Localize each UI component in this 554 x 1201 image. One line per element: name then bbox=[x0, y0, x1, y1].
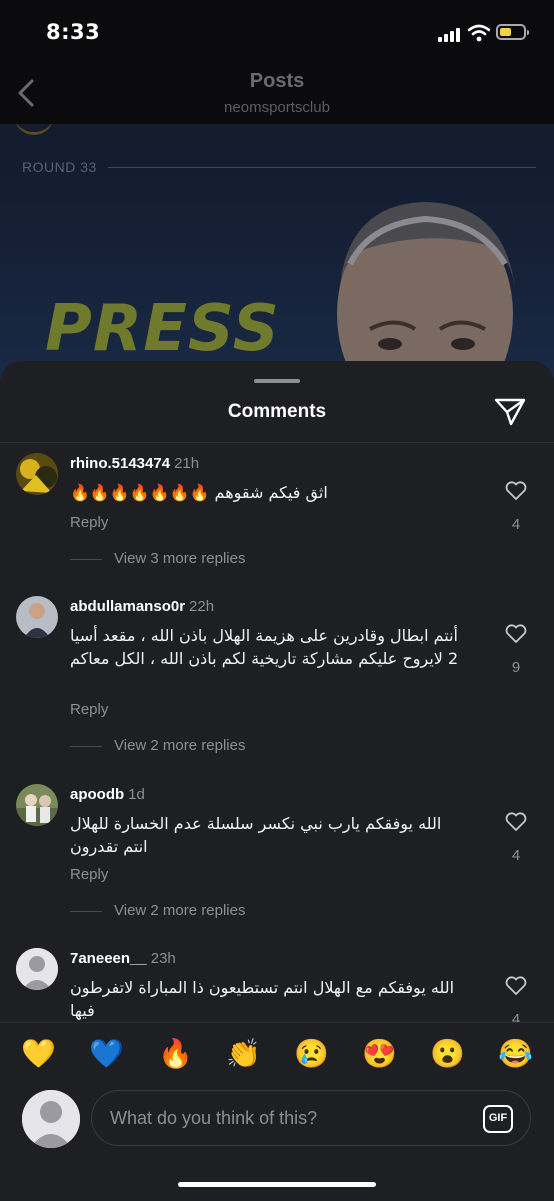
reply-button[interactable]: Reply bbox=[70, 701, 108, 718]
view-more-replies[interactable]: View 2 more replies bbox=[70, 737, 245, 754]
avatar bbox=[22, 1090, 80, 1148]
heart-icon[interactable] bbox=[505, 976, 527, 996]
divider bbox=[0, 442, 554, 443]
wifi-icon bbox=[468, 24, 490, 42]
comment-item: 7aneeen__ 23h الله يوفقكم مع الهلال انتم … bbox=[0, 948, 554, 1022]
comment-text: اثق فيكم شقوهم 🔥🔥🔥🔥🔥🔥🔥 bbox=[70, 483, 328, 502]
reply-button[interactable]: Reply bbox=[70, 514, 108, 531]
battery-icon bbox=[496, 24, 529, 40]
press-headline: PRESS bbox=[45, 292, 280, 366]
round-label: ROUND 33 bbox=[22, 159, 97, 175]
fire-emoji[interactable]: 🔥 bbox=[158, 1037, 193, 1071]
emoji-reaction-bar: 💛 💙 🔥 👏 😢 😍 😮 😂 bbox=[0, 1022, 554, 1087]
like-count: 4 bbox=[511, 516, 521, 533]
view-more-replies[interactable]: View 2 more replies bbox=[70, 902, 245, 919]
avatar[interactable] bbox=[16, 948, 58, 990]
comment-text: الله يوفقكم مع الهلال انتم تستطيعون ذا ا… bbox=[70, 978, 455, 1020]
status-time: 8:33 bbox=[46, 20, 101, 44]
coach-photo bbox=[337, 202, 515, 384]
comment-input[interactable]: What do you think of this? GIF bbox=[91, 1090, 531, 1146]
club-logo-fragment bbox=[14, 124, 54, 135]
page-subtitle[interactable]: neomsportsclub bbox=[0, 99, 554, 116]
divider bbox=[108, 167, 536, 168]
cellular-signal-icon bbox=[438, 26, 460, 42]
comment-username[interactable]: abdullamanso0r bbox=[70, 598, 185, 615]
comment-text: أنتم ابطال وقادرين على هزيمة الهلال باذن… bbox=[70, 626, 459, 668]
comment-composer: What do you think of this? GIF bbox=[0, 1086, 554, 1199]
comment-input-placeholder: What do you think of this? bbox=[110, 1108, 318, 1128]
sheet-grabber[interactable] bbox=[254, 379, 300, 383]
clapping-emoji[interactable]: 👏 bbox=[226, 1037, 261, 1071]
view-more-replies[interactable]: View 3 more replies bbox=[70, 550, 245, 567]
heart-icon[interactable] bbox=[505, 481, 527, 501]
gif-button[interactable]: GIF bbox=[483, 1105, 513, 1133]
like-count: 9 bbox=[511, 659, 521, 676]
blue-heart-emoji[interactable]: 💙 bbox=[89, 1037, 124, 1071]
status-bar: 8:33 bbox=[0, 0, 554, 64]
avatar[interactable] bbox=[16, 784, 58, 826]
comment-time: 23h bbox=[150, 950, 176, 967]
comment-text: الله يوفقكم يارب نبي نكسر سلسلة عدم الخس… bbox=[70, 814, 442, 856]
like-count: 4 bbox=[511, 1011, 521, 1022]
comment-time: 22h bbox=[189, 598, 215, 615]
like-count: 4 bbox=[511, 847, 521, 864]
avatar[interactable] bbox=[16, 596, 58, 638]
yellow-heart-emoji[interactable]: 💛 bbox=[21, 1037, 56, 1071]
share-icon[interactable] bbox=[494, 397, 526, 427]
heart-icon[interactable] bbox=[505, 812, 527, 832]
heart-icon[interactable] bbox=[505, 624, 527, 644]
laughing-emoji[interactable]: 😂 bbox=[498, 1037, 533, 1071]
comment-username[interactable]: apoodb bbox=[70, 786, 124, 803]
home-indicator bbox=[178, 1182, 376, 1187]
post-image: ROUND 33 PRESS bbox=[0, 124, 554, 384]
heart-eyes-emoji[interactable]: 😍 bbox=[362, 1037, 397, 1071]
sheet-title: Comments bbox=[227, 401, 327, 422]
comment-username[interactable]: rhino.5143474 bbox=[70, 455, 170, 472]
comment-time: 1d bbox=[128, 786, 145, 803]
surprised-emoji[interactable]: 😮 bbox=[430, 1037, 465, 1071]
avatar[interactable] bbox=[16, 453, 58, 495]
comment-time: 21h bbox=[174, 455, 200, 472]
nav-header: Posts neomsportsclub bbox=[0, 64, 554, 126]
crying-emoji[interactable]: 😢 bbox=[294, 1037, 329, 1071]
comment-username[interactable]: 7aneeen__ bbox=[70, 950, 147, 967]
reply-button[interactable]: Reply bbox=[70, 866, 108, 883]
page-title: Posts bbox=[249, 70, 305, 92]
